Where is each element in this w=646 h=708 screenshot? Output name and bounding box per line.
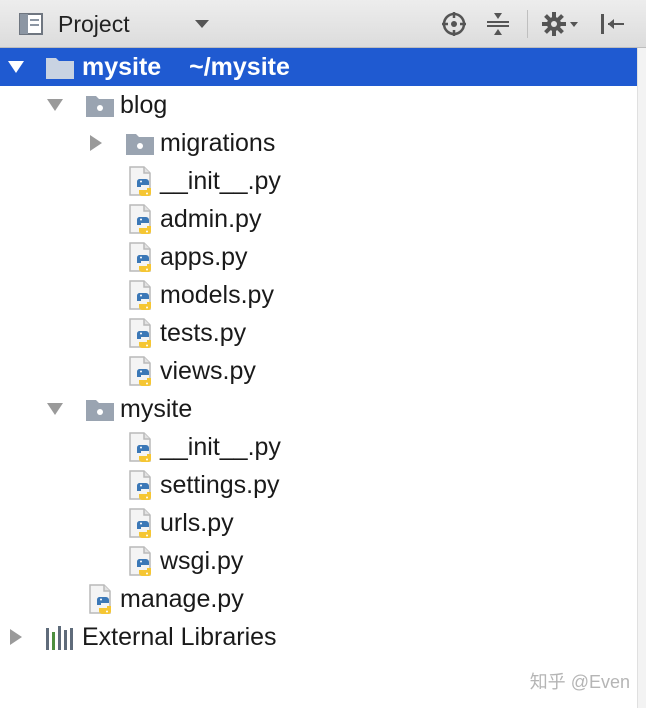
file-label: manage.py xyxy=(120,585,244,613)
external-libraries-label: External Libraries xyxy=(82,623,277,651)
file-label: __init__.py xyxy=(160,167,281,195)
dropdown-caret-icon[interactable] xyxy=(194,0,210,48)
vertical-scrollbar[interactable] xyxy=(637,48,646,708)
project-view-title[interactable]: Project xyxy=(58,0,130,48)
tree-node-external-libraries[interactable]: External Libraries xyxy=(0,618,637,656)
python-file-icon xyxy=(126,317,158,349)
package-folder-icon xyxy=(124,128,156,160)
tree-file-item[interactable]: views.py xyxy=(0,352,637,390)
file-label: tests.py xyxy=(160,319,247,347)
file-label: urls.py xyxy=(160,509,234,537)
file-label: __init__.py xyxy=(160,433,281,461)
tree-file-item[interactable]: urls.py xyxy=(0,504,637,542)
python-file-icon xyxy=(126,203,158,235)
folder-icon xyxy=(44,52,76,84)
project-view-icon[interactable] xyxy=(18,0,44,48)
python-file-icon xyxy=(126,165,158,197)
folder-label-mysite: mysite xyxy=(120,395,193,423)
tree-node-mysite-package[interactable]: mysite xyxy=(0,390,637,428)
python-file-icon xyxy=(126,431,158,463)
tree-node-blog[interactable]: blog xyxy=(0,86,637,124)
tree-node-root-mysite[interactable]: mysite ~/mysite xyxy=(0,48,637,86)
file-label: wsgi.py xyxy=(160,547,244,575)
tree-file-item[interactable]: apps.py xyxy=(0,238,637,276)
file-label: settings.py xyxy=(160,471,280,499)
collapsed-arrow-icon[interactable] xyxy=(4,625,28,649)
python-file-icon xyxy=(126,355,158,387)
expanded-arrow-icon[interactable] xyxy=(4,55,28,79)
expanded-arrow-icon[interactable] xyxy=(43,93,67,117)
python-file-icon xyxy=(126,469,158,501)
file-label: models.py xyxy=(160,281,274,309)
project-toolbar: Project xyxy=(0,0,646,48)
locate-target-icon[interactable] xyxy=(441,0,467,48)
hide-panel-icon[interactable] xyxy=(598,0,626,48)
watermark: 知乎 @Even xyxy=(529,672,630,692)
tree-file-item[interactable]: __init__.py xyxy=(0,428,637,466)
package-folder-icon xyxy=(84,394,116,426)
package-folder-icon xyxy=(84,90,116,122)
tree-file-item[interactable]: admin.py xyxy=(0,200,637,238)
collapse-all-icon[interactable] xyxy=(485,0,511,48)
root-folder-path: ~/mysite xyxy=(189,53,290,81)
expanded-arrow-icon[interactable] xyxy=(43,397,67,421)
library-icon xyxy=(44,622,76,654)
file-label: admin.py xyxy=(160,205,262,233)
file-label: views.py xyxy=(160,357,256,385)
python-file-icon xyxy=(126,279,158,311)
file-label: apps.py xyxy=(160,243,248,271)
gear-icon[interactable] xyxy=(542,0,580,48)
folder-label-migrations: migrations xyxy=(160,129,276,157)
collapsed-arrow-icon[interactable] xyxy=(84,131,108,155)
project-tree: mysite ~/mysite blog migrations __init__… xyxy=(0,48,637,708)
tree-node-migrations[interactable]: migrations xyxy=(0,124,637,162)
tree-file-item[interactable]: wsgi.py xyxy=(0,542,637,580)
python-file-icon xyxy=(126,545,158,577)
tree-file-item[interactable]: __init__.py xyxy=(0,162,637,200)
tree-file-item[interactable]: settings.py xyxy=(0,466,637,504)
tree-file-item[interactable]: models.py xyxy=(0,276,637,314)
tree-file-item-manage[interactable]: manage.py xyxy=(0,580,637,618)
python-file-icon xyxy=(86,583,118,615)
tree-file-item[interactable]: tests.py xyxy=(0,314,637,352)
python-file-icon xyxy=(126,241,158,273)
root-folder-name: mysite xyxy=(82,53,162,81)
python-file-icon xyxy=(126,507,158,539)
folder-label-blog: blog xyxy=(120,91,168,119)
